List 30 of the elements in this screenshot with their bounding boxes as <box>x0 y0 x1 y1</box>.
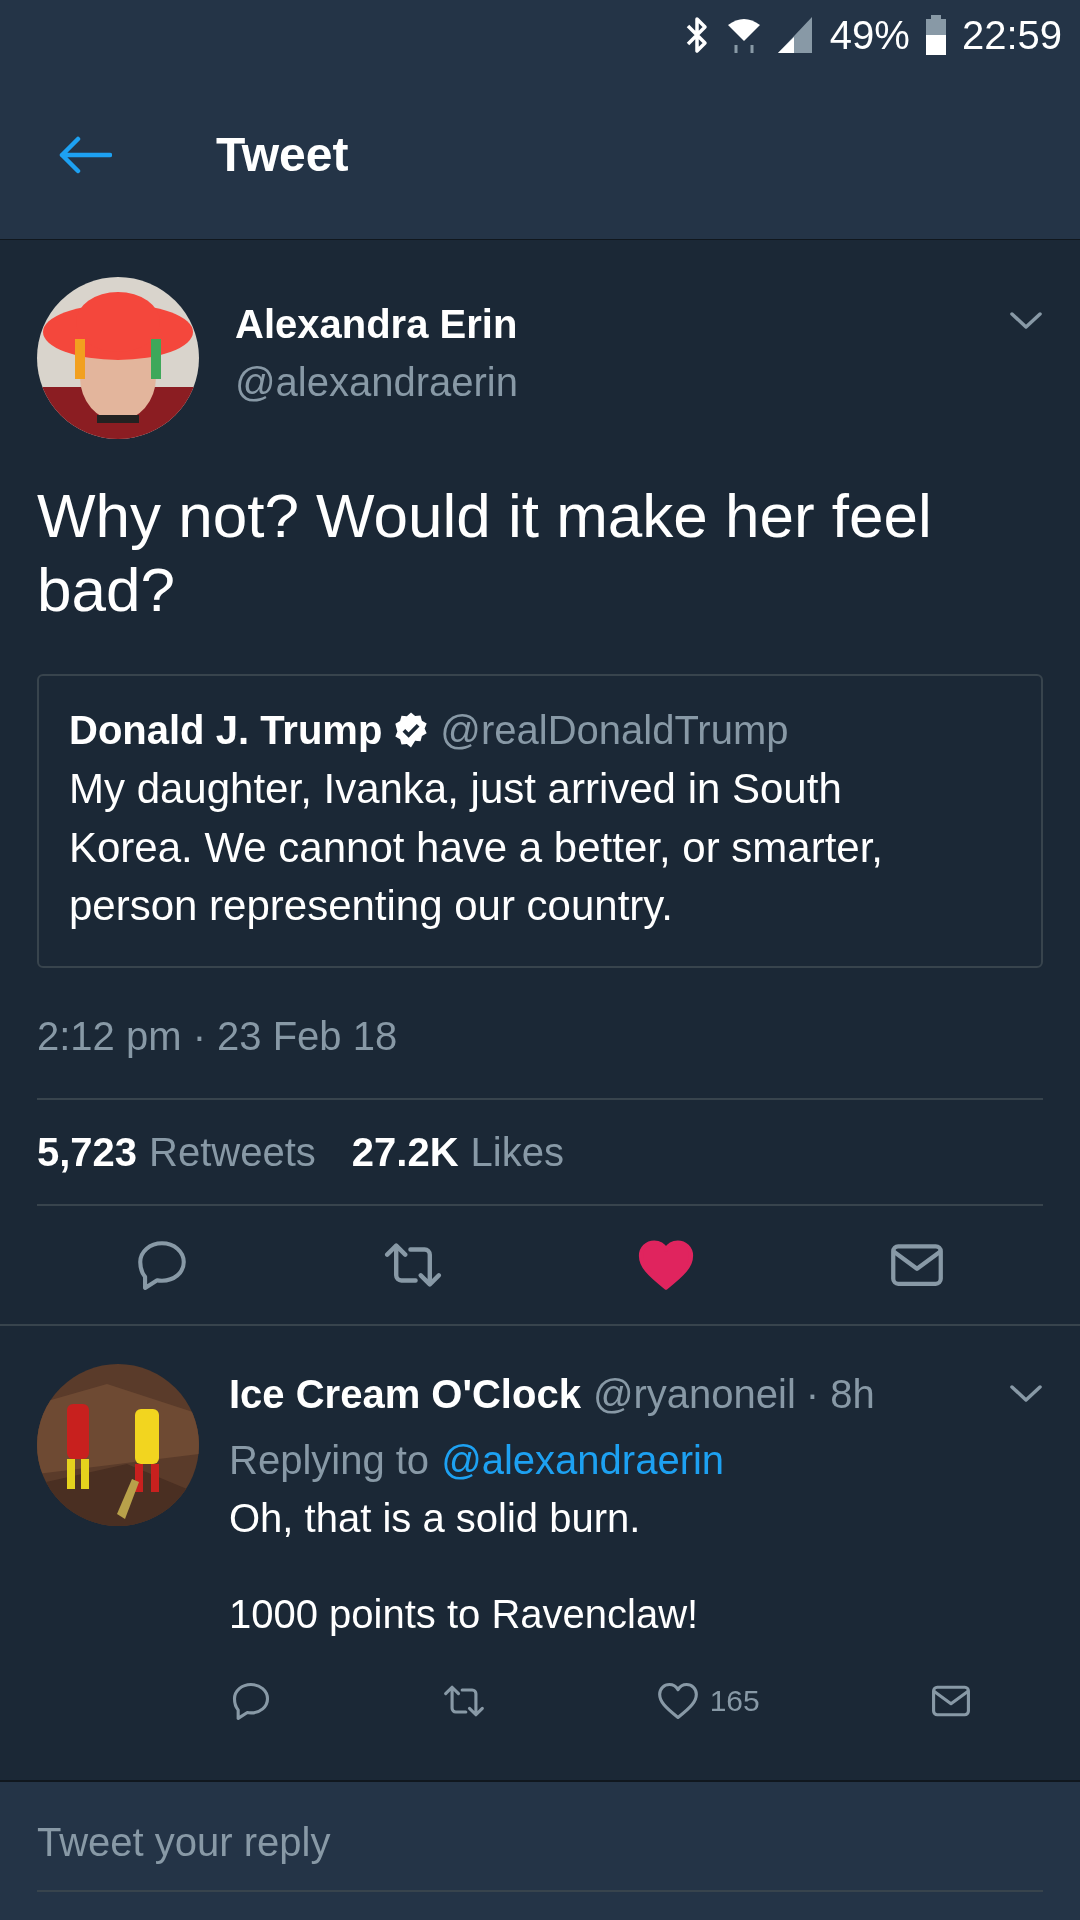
tweet-timestamp: 2:12 pm · 23 Feb 18 <box>37 1013 399 1061</box>
reply-text: Oh, that is a solid burn. <box>229 1495 642 1543</box>
reply-author-name: Ice Cream O'Clock <box>229 1371 581 1419</box>
battery-percent: 49% <box>829 15 910 55</box>
replying-to-label: Replying to <box>229 1437 430 1485</box>
signal-icon <box>777 17 814 53</box>
quoted-author-name: Donald J. Trump <box>69 706 383 754</box>
author-name: Alexandra Erin <box>235 301 519 348</box>
battery-icon <box>925 15 946 55</box>
tweet-text: Why not? Would it make her feel bad? <box>37 480 933 627</box>
stat-label: Likes <box>470 1129 564 1177</box>
reply-composer[interactable]: Tweet your reply <box>0 1780 1080 1920</box>
page-title: Tweet <box>216 126 349 183</box>
reply-text: 1000 points to Ravenclaw! <box>229 1591 700 1639</box>
back-arrow-icon[interactable] <box>58 134 112 175</box>
mention-link[interactable]: @alexandraerin <box>441 1430 725 1491</box>
clock: 22:59 <box>961 15 1062 55</box>
chevron-down-icon[interactable] <box>1009 1384 1043 1405</box>
stat-count: 27.2K <box>351 1129 459 1177</box>
reply-author-handle: @ryanoneil <box>592 1371 796 1419</box>
reply-input-field[interactable]: Tweet your reply <box>37 1812 1043 1892</box>
quoted-tweet[interactable]: Donald J. Trump @realDonaldTrump My daughter, Ivanka, just arrived in South Korea. We cannot have a better, or smarter, person representing our country. <box>37 673 1043 969</box>
quoted-tweet-text: My daughter, Ivanka, just arrived in South Korea. We cannot have a better, or smarter, person representing our country. <box>69 763 884 932</box>
author-handle: @alexandraerin <box>235 359 519 406</box>
like-count: 165 <box>709 1683 760 1720</box>
chevron-down-icon[interactable] <box>1009 311 1043 331</box>
quoted-author-handle: @realDonaldTrump <box>440 706 789 754</box>
reply-time: · 8h <box>805 1371 875 1419</box>
stat-label: Retweets <box>149 1129 316 1177</box>
stat-count: 5,723 <box>37 1129 138 1177</box>
